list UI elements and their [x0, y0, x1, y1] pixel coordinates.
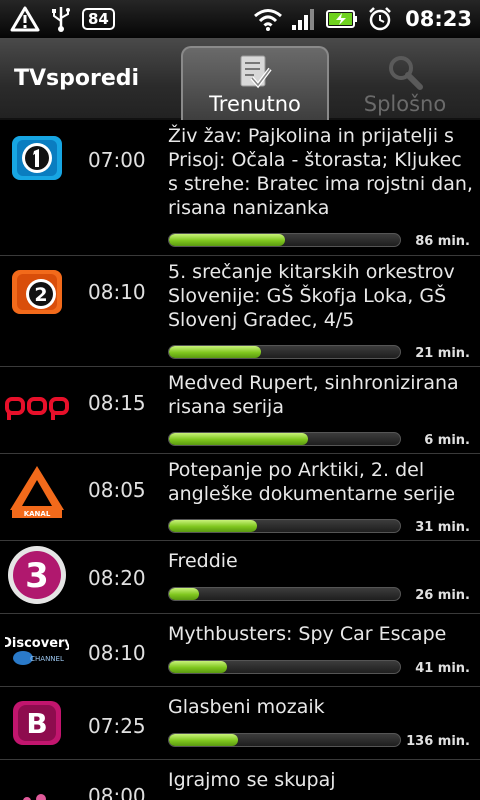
channel-logo-other — [2, 772, 72, 800]
tab-trenutno-label: Trenutno — [209, 92, 301, 116]
program-title: Medved Rupert, sinhronizirana risana ser… — [168, 372, 459, 418]
program-time: 08:15 — [88, 391, 146, 415]
program-title: Freddie — [168, 550, 238, 572]
tab-trenutno[interactable]: Trenutno — [181, 46, 329, 120]
remaining-time: 41 min. — [415, 661, 470, 676]
usb-icon — [50, 5, 72, 33]
list-item[interactable]: B 07:25 Glasbeni mozaik 136 min. — [0, 687, 480, 760]
remaining-time: 31 min. — [415, 520, 470, 535]
progress-fill — [169, 433, 308, 445]
charging-battery-icon — [325, 8, 359, 30]
alarm-icon — [367, 6, 393, 32]
svg-text:Discovery: Discovery — [5, 636, 69, 651]
list-item[interactable]: 2 08:10 5. srečanje kitarskih orkestrov … — [0, 256, 480, 367]
channel-logo-discovery: Discovery CHANNEL — [2, 620, 72, 680]
program-title: Potepanje po Arktiki, 2. del angleške do… — [168, 459, 456, 505]
program-list: 07:00 Živ žav: Pajkolina in prijatelji s… — [0, 120, 480, 800]
list-item[interactable]: 08:00 Igrajmo se skupaj — [0, 760, 480, 800]
progress-fill — [169, 234, 285, 246]
remaining-time: 21 min. — [415, 346, 470, 361]
tab-splosno[interactable]: Splošno — [331, 46, 479, 120]
program-time: 08:10 — [88, 641, 146, 665]
remaining-time: 6 min. — [424, 433, 470, 448]
progress-bar — [168, 660, 401, 674]
svg-text:CHANNEL: CHANNEL — [30, 655, 64, 663]
progress-fill — [169, 661, 227, 673]
progress-bar — [168, 587, 401, 601]
progress-bar — [168, 432, 401, 446]
remaining-time: 136 min. — [406, 734, 470, 749]
progress-fill — [169, 588, 200, 600]
remaining-time: 86 min. — [415, 234, 470, 249]
status-clock: 08:23 — [405, 7, 472, 31]
search-icon — [387, 54, 423, 90]
list-item[interactable]: 07:00 Živ žav: Pajkolina in prijatelji s… — [0, 120, 480, 256]
svg-text:2: 2 — [34, 284, 47, 306]
alert-icon — [10, 6, 40, 32]
list-item[interactable]: 3 08:20 Freddie 26 min. — [0, 541, 480, 614]
battery-level-badge: 84 — [82, 8, 115, 30]
channel-logo-tv3: 3 — [2, 545, 72, 605]
program-time: 07:00 — [88, 148, 146, 172]
remaining-time: 26 min. — [415, 588, 470, 603]
channel-logo-pop — [2, 377, 72, 437]
program-time: 07:25 — [88, 714, 146, 738]
list-item[interactable]: 08:15 Medved Rupert, sinhronizirana risa… — [0, 367, 480, 454]
program-title: Živ žav: Pajkolina in prijatelji s Priso… — [168, 125, 473, 219]
tab-splosno-label: Splošno — [363, 92, 447, 116]
program-title: Igrajmo se skupaj — [168, 769, 336, 791]
checklist-icon — [238, 54, 272, 90]
channel-logo-slo1 — [2, 128, 72, 188]
program-title: Mythbusters: Spy Car Escape — [168, 623, 447, 645]
svg-text:B: B — [26, 707, 47, 740]
progress-fill — [169, 346, 262, 358]
program-time: 08:20 — [88, 566, 146, 590]
app-header: TVsporedi Trenutno Splošno — [0, 38, 480, 120]
progress-fill — [169, 520, 257, 532]
wifi-icon — [253, 7, 283, 31]
status-bar: 84 08:23 — [0, 0, 480, 38]
progress-bar — [168, 733, 401, 747]
svg-text:KANAL: KANAL — [24, 510, 51, 518]
progress-bar — [168, 519, 401, 533]
program-time: 08:00 — [88, 784, 146, 800]
progress-fill — [169, 734, 239, 746]
progress-bar — [168, 345, 401, 359]
svg-text:3: 3 — [25, 556, 49, 596]
channel-logo-kanal-a: KANAL — [2, 462, 72, 522]
app-title: TVsporedi — [14, 66, 140, 91]
list-item[interactable]: Discovery CHANNEL 08:10 Mythbusters: Spy … — [0, 614, 480, 687]
program-time: 08:05 — [88, 478, 146, 502]
program-title: Glasbeni mozaik — [168, 696, 325, 718]
progress-bar — [168, 233, 401, 247]
program-title: 5. srečanje kitarskih orkestrov Slovenij… — [168, 261, 455, 331]
channel-logo-slo2: 2 — [2, 262, 72, 322]
signal-icon — [291, 7, 317, 31]
list-item[interactable]: KANAL 08:05 Potepanje po Arktiki, 2. del… — [0, 454, 480, 541]
channel-logo-b: B — [2, 693, 72, 753]
program-time: 08:10 — [88, 280, 146, 304]
